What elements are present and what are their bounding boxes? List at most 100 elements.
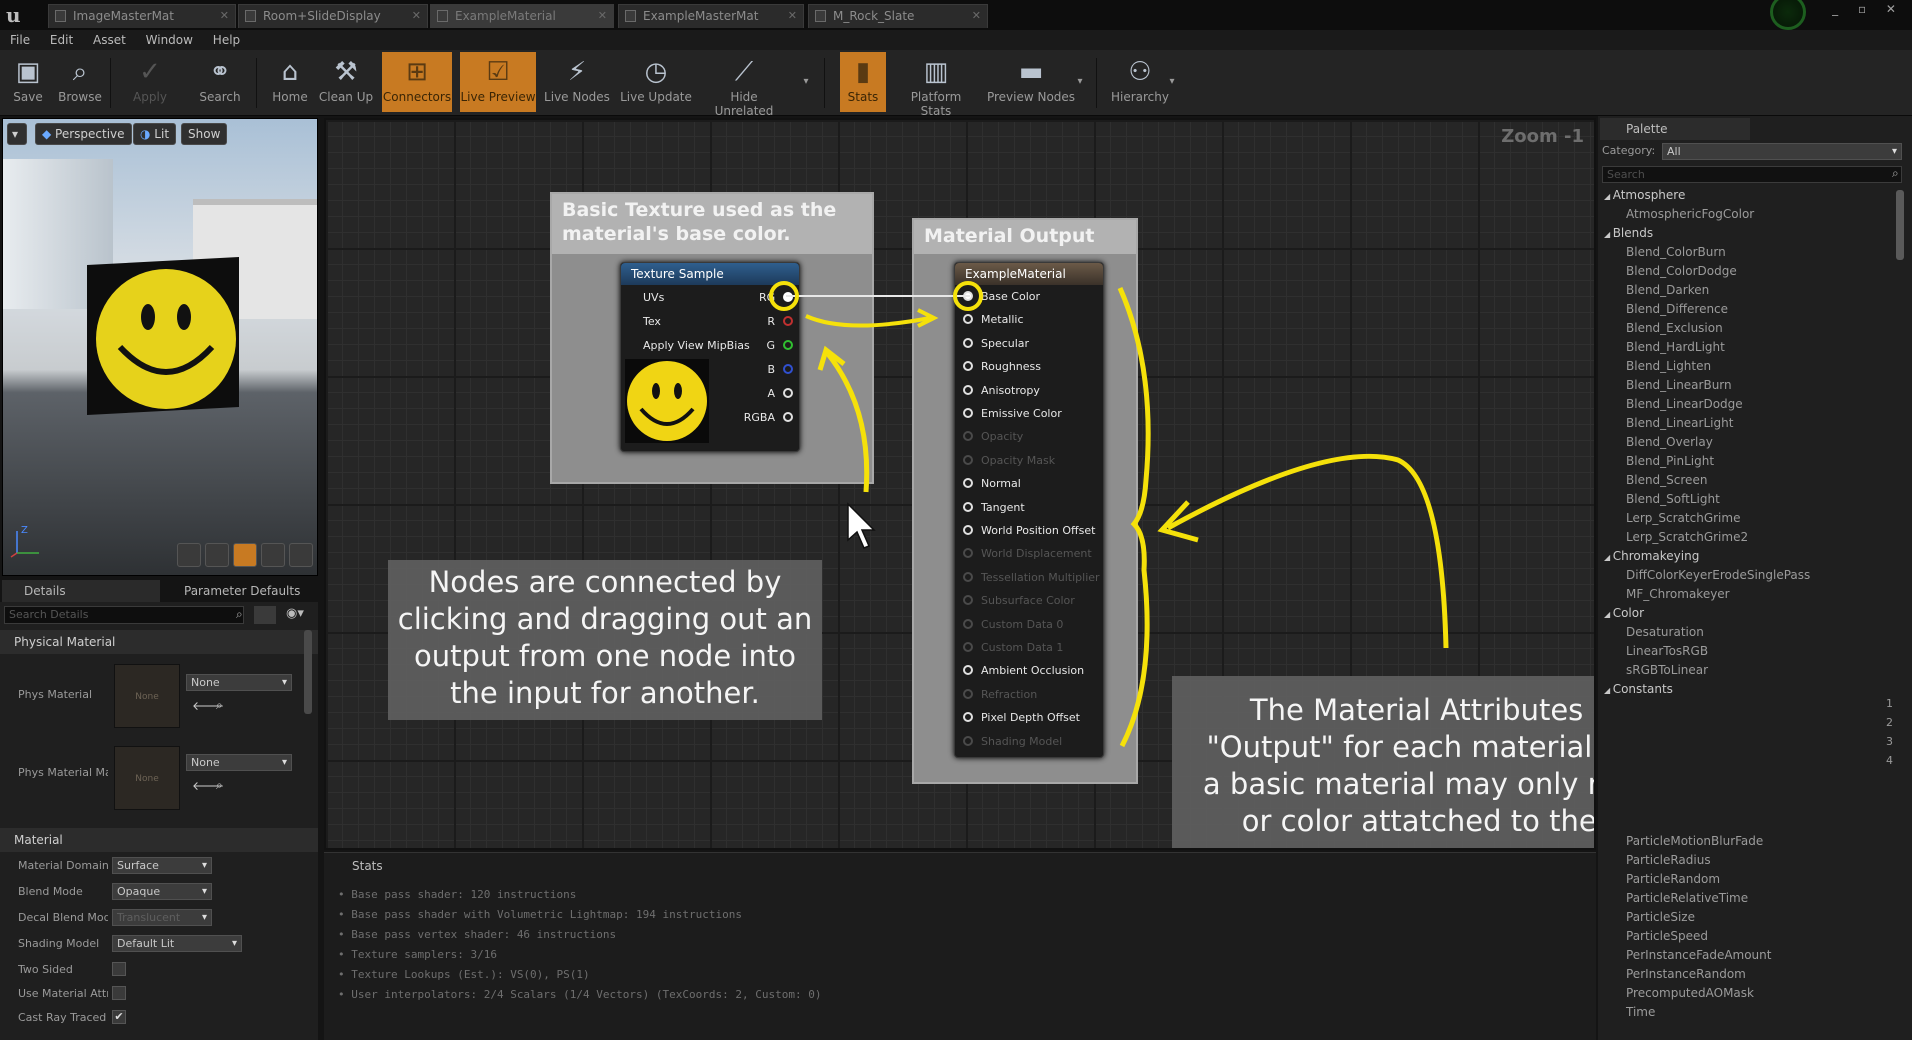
hierarchy-options-dropdown[interactable]: ▾ [1162, 52, 1182, 112]
phys-material-dropdown[interactable]: None [186, 674, 292, 691]
perspective-button[interactable]: ◆ Perspective [35, 123, 132, 145]
live-update-button[interactable]: ◷ Live Update [618, 52, 694, 112]
details-scrollbar[interactable] [304, 630, 312, 714]
palette-item[interactable]: Blend_Darken [1602, 281, 1892, 300]
palette-item[interactable]: AtmosphericFogColor [1602, 205, 1892, 224]
source-control-status-icon[interactable] [1770, 0, 1806, 30]
shading-model-dropdown[interactable]: Default Lit [112, 935, 242, 952]
live-nodes-button[interactable]: ⚡ Live Nodes [544, 52, 610, 112]
hide-unrelated-button[interactable]: ⟋ Hide Unrelated [702, 52, 786, 118]
palette-category[interactable]: Chromakeying [1602, 547, 1892, 566]
palette-item[interactable]: ParticleMotionBlurFade [1602, 832, 1892, 851]
palette-item[interactable]: ParticleRelativeTime [1602, 889, 1892, 908]
browse-button[interactable]: ⌕ Browse [56, 52, 104, 112]
browse-search-icon[interactable]: ⌕ [216, 778, 223, 793]
palette-category[interactable]: Constants [1602, 680, 1892, 699]
palette-item[interactable]: Blend_Screen [1602, 471, 1892, 490]
window-controls[interactable]: _ ▫ ✕ [1832, 2, 1904, 16]
palette-item[interactable]: Blend_LinearBurn [1602, 376, 1892, 395]
close-icon[interactable]: ✕ [220, 5, 229, 27]
close-icon[interactable]: ✕ [972, 5, 981, 27]
close-icon[interactable]: ✕ [788, 5, 797, 27]
grid-view-icon[interactable] [254, 606, 276, 624]
palette-category[interactable]: Color [1602, 604, 1892, 623]
palette-item[interactable]: Blend_HardLight [1602, 338, 1892, 357]
palette-scrollbar[interactable] [1896, 190, 1904, 260]
cylinder-shape-button[interactable] [177, 543, 201, 567]
menu-edit[interactable]: Edit [50, 30, 73, 50]
palette-item[interactable]: Blend_Lighten [1602, 357, 1892, 376]
material-graph-canvas[interactable]: Zoom -1 Basic Texture used as the materi… [324, 118, 1596, 850]
material-domain-dropdown[interactable]: Surface [112, 857, 212, 874]
palette-item[interactable]: MF_Chromakeyer [1602, 585, 1892, 604]
palette-item[interactable] [1602, 813, 1892, 832]
palette-search-input[interactable]: Search [1602, 166, 1902, 183]
palette-item[interactable]: sRGBToLinear [1602, 661, 1892, 680]
sphere-shape-button[interactable] [205, 543, 229, 567]
palette-item[interactable]: PerInstanceRandom [1602, 965, 1892, 984]
teapot-shape-button[interactable] [289, 543, 313, 567]
tab-imagemastermat[interactable]: ImageMasterMat ✕ [48, 4, 236, 28]
category-dropdown[interactable]: All [1662, 143, 1902, 160]
palette-item[interactable]: Blend_LinearLight [1602, 414, 1892, 433]
live-preview-button[interactable]: ☑ Live Preview [460, 52, 536, 112]
tab-examplematerial[interactable]: ExampleMaterial ✕ [430, 4, 614, 28]
palette-item[interactable]: ParticleSize [1602, 908, 1892, 927]
palette-item[interactable]: Lerp_ScratchGrime [1602, 509, 1892, 528]
material-section[interactable]: Material [0, 828, 318, 852]
tab-room-slide-display[interactable]: Room+SlideDisplay ✕ [238, 4, 428, 28]
cube-shape-button[interactable] [261, 543, 285, 567]
plane-shape-button[interactable] [233, 543, 257, 567]
palette-item[interactable]: ParticleSpeed [1602, 927, 1892, 946]
tab-details[interactable]: Details [2, 580, 160, 602]
viewport-options-dropdown[interactable]: ▾ [7, 123, 27, 145]
palette-item[interactable]: ParticleRandom [1602, 870, 1892, 889]
palette-item[interactable]: LinearTosRGB [1602, 642, 1892, 661]
palette-item[interactable]: DiffColorKeyerErodeSinglePass [1602, 566, 1892, 585]
palette-item[interactable] [1602, 756, 1892, 775]
details-search-input[interactable]: Search Details [4, 606, 244, 624]
palette-category[interactable]: Blends [1602, 224, 1892, 243]
palette-item[interactable] [1602, 737, 1892, 756]
palette-item[interactable]: Blend_Exclusion [1602, 319, 1892, 338]
cast-ray-traced-checkbox[interactable]: ✔ [112, 1010, 126, 1024]
palette-item[interactable]: Lerp_ScratchGrime2 [1602, 528, 1892, 547]
palette-item[interactable]: ParticleRadius [1602, 851, 1892, 870]
physical-material-section[interactable]: Physical Material [0, 630, 318, 654]
save-button[interactable]: ▣ Save [6, 52, 50, 112]
palette-item[interactable] [1602, 794, 1892, 813]
menu-help[interactable]: Help [213, 30, 240, 50]
palette-item[interactable]: Blend_ColorBurn [1602, 243, 1892, 262]
palette-item[interactable]: Blend_SoftLight [1602, 490, 1892, 509]
menu-asset[interactable]: Asset [93, 30, 126, 50]
two-sided-checkbox[interactable] [112, 962, 126, 976]
close-icon[interactable]: ✕ [598, 5, 607, 27]
lit-button[interactable]: ◑ Lit [133, 123, 177, 145]
palette-item[interactable]: Time [1602, 1003, 1892, 1022]
eye-icon[interactable]: ◉▾ [286, 606, 304, 621]
apply-button[interactable]: ✓ Apply [128, 52, 172, 112]
menu-window[interactable]: Window [146, 30, 193, 50]
palette-item[interactable] [1602, 699, 1892, 718]
palette-item[interactable]: Blend_PinLight [1602, 452, 1892, 471]
palette-item[interactable]: Blend_Overlay [1602, 433, 1892, 452]
palette-category[interactable]: Atmosphere [1602, 186, 1892, 205]
phys-material-mask-thumbnail[interactable]: None [114, 746, 180, 810]
decal-blend-mode-dropdown[interactable]: Translucent [112, 909, 212, 926]
tab-m-rock-slate[interactable]: M_Rock_Slate ✕ [808, 4, 988, 28]
stats-button[interactable]: ▮ Stats [840, 52, 886, 112]
phys-material-mask-dropdown[interactable]: None [186, 754, 292, 771]
browse-search-icon[interactable]: ⌕ [216, 698, 223, 713]
home-button[interactable]: ⌂ Home [268, 52, 312, 112]
tab-parameter-defaults[interactable]: Parameter Defaults [162, 580, 318, 602]
phys-material-thumbnail[interactable]: None [114, 664, 180, 728]
menu-file[interactable]: File [10, 30, 30, 50]
palette-item[interactable] [1602, 718, 1892, 737]
palette-item[interactable]: PrecomputedAOMask [1602, 984, 1892, 1003]
hide-unrelated-options-dropdown[interactable]: ▾ [794, 52, 818, 112]
palette-item[interactable]: Desaturation [1602, 623, 1892, 642]
connectors-button[interactable]: ⊞ Connectors [382, 52, 452, 112]
tab-stats[interactable]: Stats [330, 855, 383, 877]
show-button[interactable]: Show [181, 123, 228, 145]
preview-nodes-options-dropdown[interactable]: ▾ [1070, 52, 1090, 112]
